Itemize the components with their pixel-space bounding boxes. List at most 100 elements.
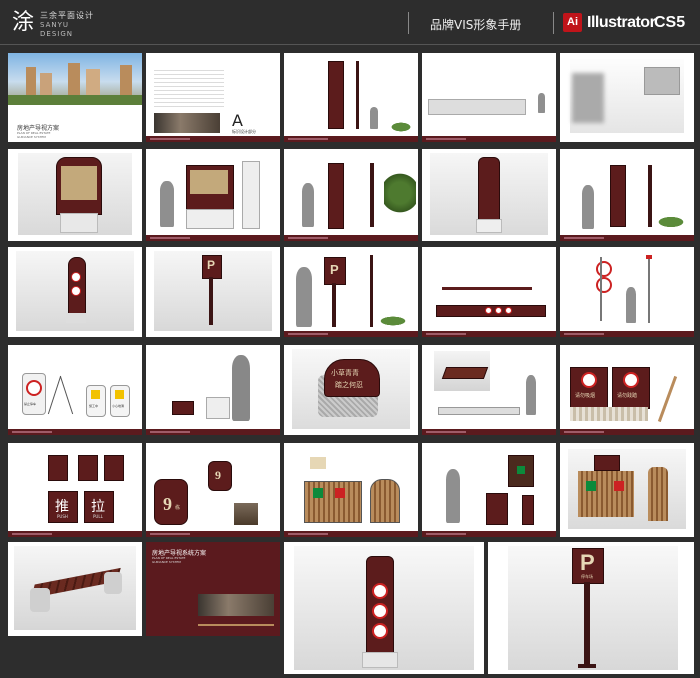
parking-caption: 停车场 [581,574,593,579]
page-thumb-pylon-large[interactable] [284,542,484,674]
sign-render [644,67,680,95]
page-thumb-prohibition-post[interactable] [560,247,694,337]
lawn-sign-line-1: 小草青青 [331,369,359,377]
app-name: Illustrator [587,14,656,31]
trash-bin-side [648,467,668,521]
page-thumb-no-parking[interactable]: 禁止停车 施工中 小心地滑 [8,345,142,435]
page-thumb-building-number[interactable]: 9 栋 9 [146,443,280,537]
ceiling-sign [436,305,546,317]
page-thumb-pylon[interactable] [284,149,418,241]
parking-sign: P 停车场 [572,548,604,584]
page-thumb-lawn-sign[interactable]: 小草青青 踏之何忍 [284,345,418,435]
page-thumb-trash-bin-elevation[interactable] [422,443,556,537]
page-thumb-wall-sign[interactable] [422,53,556,142]
manual-title: 品牌VIS形象手册 [430,18,522,32]
page-thumb-parking-sign[interactable]: P [146,247,280,337]
page-thumb-parking-elevation[interactable]: P [284,247,418,337]
page-thumb-intro[interactable]: A 标识设计部分 [146,53,280,142]
building-number-sign: 9 栋 [154,479,188,525]
bench-render [441,367,489,379]
push-label: 推 [55,499,69,515]
brand-name-cn: 三余平面设计 [40,11,94,20]
divider [408,12,409,34]
pull-sign: 拉 PULL [84,491,114,523]
safety-sign: 小心地滑 [110,385,130,417]
trash-bin-side [522,495,534,525]
page-thumb-parking-large[interactable]: P 停车场 [488,542,694,674]
page-thumb-back-cover[interactable]: 房地产导视系统方案 PLAN OF REAL ESTATE GUIDANCE S… [146,542,280,636]
no-trample-sign: 请勿践踏 [612,367,650,409]
lawn-sign: 小草青青 踏之何忍 [324,359,380,397]
parking-sign: P [202,255,222,279]
section-letter: A [232,111,243,130]
no-parking-sign: 禁止停车 [22,373,46,415]
page-thumb-trash-bin[interactable] [284,443,418,537]
male-restroom-icon [48,455,68,481]
interior-photo [198,594,274,616]
pylon-sign [478,157,500,221]
page-thumb-restroom-doors[interactable]: 推 PUSH 拉 PULL [8,443,142,537]
page-thumb-render[interactable] [560,53,694,142]
wall-sign-elevation [428,99,526,115]
pull-label: 拉 [91,499,105,515]
page-thumb-notice-signs[interactable]: 请勿吸烟 请勿践踏 [560,345,694,435]
building-number-sign-small: 9 [208,461,232,491]
trash-bin-side [370,479,400,523]
lawn-sign-line-2: 踏之何忍 [335,381,363,389]
page-thumb-bench-sign[interactable] [422,345,556,435]
prohibition-icon [596,261,612,277]
building-unit: 栋 [175,505,181,511]
brand-name-en-2: DESIGN [40,30,73,38]
parking-letter: P [580,550,595,575]
page-thumb-building-sign-elevation[interactable] [146,345,280,435]
parking-sign: P [324,257,346,285]
divider [553,12,554,34]
parking-letter: P [207,258,216,272]
push-sign: 推 PUSH [48,491,78,523]
text-block [154,67,224,107]
page-thumb-directional-post[interactable] [8,247,142,337]
pylon-sign [328,163,344,229]
construction-label: 施工中 [89,404,99,408]
parking-letter: P [330,262,339,277]
female-restroom-icon [78,455,98,481]
push-label-en: PUSH [57,514,68,519]
page-thumb-cover[interactable]: 房地产导视方案 PLAN OF REAL ESTATE GUIDANCE SYS… [8,53,142,142]
prohibition-icon [596,277,612,293]
interior-photo [154,113,220,133]
building-sign [172,401,194,415]
app-version: CS5 [654,14,686,31]
map-board [56,157,102,215]
restroom-icon [104,455,124,481]
no-smoking-sign: 请勿吸烟 [570,367,608,409]
directional-post [68,257,86,315]
page-thumb-bench[interactable] [8,542,142,636]
pull-label-en: PULL [93,514,103,519]
brand-logo: 涂 [11,10,34,35]
sign-pillar [328,61,344,129]
brand-name-en: SANYU [40,21,69,29]
sign-pole [356,61,359,129]
no-parking-label: 禁止停车 [24,402,37,406]
page-thumb-entrance-sign[interactable] [284,53,418,142]
construction-sign: 施工中 [86,385,106,417]
no-smoking-label: 请勿吸烟 [575,393,596,399]
section-caption: 标识设计部分 [232,129,256,134]
page-thumb-map-board[interactable] [8,149,142,241]
page-thumb-ceiling-sign[interactable] [422,247,556,337]
illustrator-icon: Ai [563,13,582,32]
cover-photo [8,53,142,105]
page-thumb-pylon-elevation[interactable] [560,149,694,241]
building-number: 9 [163,494,172,514]
page-thumb-pylon-render[interactable] [422,149,556,241]
cover-title-en-2: GUIDANCE SYSTEM [152,560,181,564]
no-trample-label: 请勿践踏 [617,393,638,399]
building-number-small: 9 [215,468,221,482]
pylon-sign [366,556,394,656]
safety-label: 小心地滑 [112,404,125,408]
page-thumb-trash-bin-render[interactable] [560,443,694,537]
map-board [186,165,234,211]
page-thumb-map-board-elevation[interactable] [146,149,280,241]
trash-bin [486,493,508,525]
header-bar: 涂 三余平面设计 SANYU DESIGN 品牌VIS形象手册 Ai Illus… [0,0,700,45]
